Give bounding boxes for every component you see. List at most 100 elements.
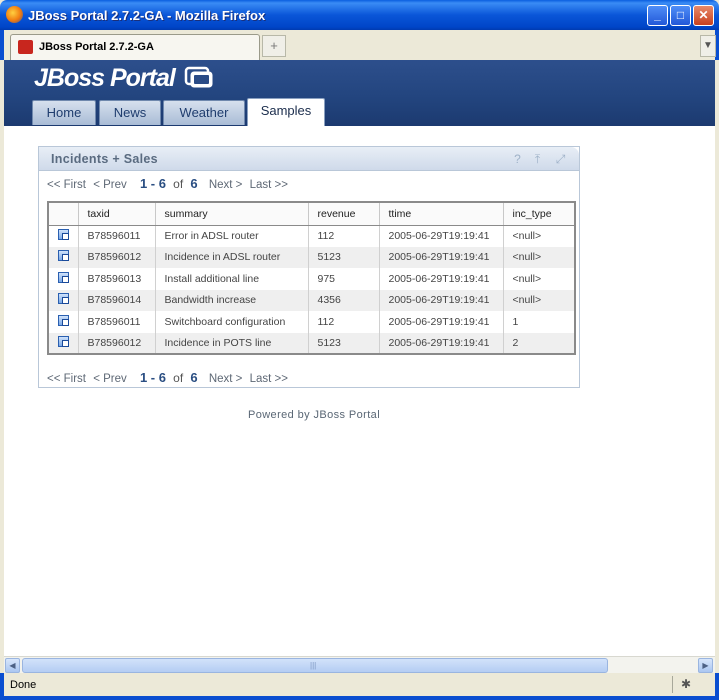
status-text: Done — [10, 679, 37, 691]
pager-first-link[interactable]: << First — [47, 373, 86, 385]
nav-tab-news[interactable]: News — [99, 100, 161, 125]
view-record-icon[interactable] — [58, 293, 69, 305]
cell-ttime: 2005-06-29T19:19:41 — [379, 246, 504, 268]
cell-summary: Error in ADSL router — [155, 225, 309, 247]
pager-range: 1 - 6 — [139, 370, 166, 385]
row-icon-cell — [48, 332, 79, 354]
pager-first-link[interactable]: << First — [47, 179, 86, 191]
browser-tab[interactable]: JBoss Portal 2.7.2-GA — [10, 34, 260, 60]
pager-of: of — [173, 371, 184, 385]
incidents-portlet: Incidents + Sales ? ⤒ ⤢ << First < Prev … — [38, 146, 580, 388]
table-row: B78596014 Bandwidth increase 4356 2005-06-2… — [48, 289, 576, 311]
cell-revenue: 5123 — [308, 332, 380, 354]
view-record-icon[interactable] — [58, 229, 69, 240]
cell-taxid: B78596011 — [78, 311, 156, 333]
row-icon-cell — [48, 311, 79, 333]
bug-icon[interactable]: ✱ — [681, 677, 697, 691]
column-header-revenue: revenue — [308, 202, 380, 226]
nav-tab-weather[interactable]: Weather — [163, 100, 245, 125]
cell-inc-type: <null> — [503, 246, 576, 268]
cell-inc-type: 2 — [503, 332, 576, 354]
pager-last-link[interactable]: Last >> — [250, 373, 288, 385]
pager-next-link[interactable]: Next > — [209, 373, 243, 385]
table-row: B78596011 Error in ADSL router 112 2005-06-… — [48, 225, 576, 247]
pager-top: << First < Prev 1 - 6 of 6 Next > Last >… — [47, 176, 292, 191]
nav-tab-samples[interactable]: Samples — [247, 98, 325, 126]
pager-bottom: << First < Prev 1 - 6 of 6 Next > Last >… — [47, 370, 292, 385]
nav-tab-home[interactable]: Home — [32, 100, 96, 125]
cell-taxid: B78596012 — [78, 332, 156, 354]
cell-inc-type: 1 — [503, 311, 576, 333]
pager-last-link[interactable]: Last >> — [250, 179, 288, 191]
table-row: B78596012 Incidence in POTS line 5123 2005-… — [48, 332, 576, 354]
table-row: B78596011 Switchboard configuration 112 200… — [48, 311, 576, 333]
cell-ttime: 2005-06-29T19:19:41 — [379, 225, 504, 247]
pager-total: 6 — [190, 176, 198, 191]
window-title: JBoss Portal 2.7.2-GA - Mozilla Firefox — [28, 8, 266, 23]
column-header-inc-type: inc_type — [503, 202, 576, 226]
scroll-left-button[interactable]: ◀ — [5, 658, 20, 673]
cell-inc-type: <null> — [503, 289, 576, 311]
pager-next-link[interactable]: Next > — [209, 179, 243, 191]
portal-logo: JBoss Portal — [34, 64, 176, 92]
restore-icon[interactable]: ⤢ — [554, 153, 567, 166]
pager-total: 6 — [190, 370, 198, 385]
cell-inc-type: <null> — [503, 225, 576, 247]
cell-revenue: 975 — [308, 268, 380, 290]
pager-prev-link[interactable]: < Prev — [93, 373, 127, 385]
cell-ttime: 2005-06-29T19:19:41 — [379, 332, 504, 354]
status-bar: Done ✱ — [0, 673, 719, 700]
cell-revenue: 112 — [308, 311, 380, 333]
cell-summary: Incidence in POTS line — [155, 332, 309, 354]
cell-summary: Switchboard configuration — [155, 311, 309, 333]
portal-logo-icon — [184, 66, 213, 88]
portal-header: JBoss Portal Home News Weather Samples — [4, 60, 715, 126]
firefox-icon — [6, 6, 23, 23]
tab-list-button[interactable]: ▼ — [700, 35, 716, 57]
help-icon[interactable]: ? — [511, 153, 524, 166]
view-record-icon[interactable] — [58, 250, 69, 262]
table-row: B78596013 Install additional line 975 2005-… — [48, 268, 576, 290]
row-icon-cell — [48, 246, 79, 268]
minimize-button[interactable]: _ — [647, 5, 668, 26]
horizontal-scrollbar[interactable]: ◀ ▶ — [4, 656, 715, 673]
powered-by-footer: Powered by JBoss Portal — [247, 409, 381, 421]
column-header-icon — [48, 202, 79, 226]
cell-summary: Incidence in ADSL router — [155, 246, 309, 268]
table-header-row: taxid summary revenue ttime inc_type — [48, 202, 576, 226]
table-row: B78596012 Incidence in ADSL router 5123 200… — [48, 246, 576, 268]
cell-taxid: B78596013 — [78, 268, 156, 290]
cell-ttime: 2005-06-29T19:19:41 — [379, 289, 504, 311]
scroll-thumb[interactable] — [22, 658, 608, 673]
scroll-right-button[interactable]: ▶ — [698, 658, 713, 673]
maximize-icon[interactable]: ⤒ — [531, 153, 544, 166]
window-titlebar: JBoss Portal 2.7.2-GA - Mozilla Firefox … — [0, 0, 719, 30]
page-viewport: JBoss Portal Home News Weather Samples I… — [4, 60, 715, 656]
row-icon-cell — [48, 268, 79, 290]
pager-prev-link[interactable]: < Prev — [93, 179, 127, 191]
browser-tabstrip: JBoss Portal 2.7.2-GA + ▼ — [0, 30, 719, 60]
cell-taxid: B78596011 — [78, 225, 156, 247]
column-header-ttime: ttime — [379, 202, 504, 226]
cell-summary: Install additional line — [155, 268, 309, 290]
cell-summary: Bandwidth increase — [155, 289, 309, 311]
pager-of: of — [173, 177, 184, 191]
cell-revenue: 5123 — [308, 246, 380, 268]
pager-range: 1 - 6 — [139, 176, 166, 191]
cell-revenue: 4356 — [308, 289, 380, 311]
portlet-title: Incidents + Sales — [51, 152, 158, 166]
view-record-icon[interactable] — [58, 271, 69, 283]
column-header-taxid: taxid — [78, 202, 156, 226]
view-record-icon[interactable] — [58, 314, 69, 326]
cell-taxid: B78596014 — [78, 289, 156, 311]
maximize-button[interactable]: □ — [670, 5, 691, 26]
new-tab-button[interactable]: + — [262, 35, 286, 57]
close-button[interactable]: ✕ — [693, 5, 714, 26]
cell-inc-type: <null> — [503, 268, 576, 290]
cell-ttime: 2005-06-29T19:19:41 — [379, 311, 504, 333]
row-icon-cell — [48, 289, 79, 311]
cell-taxid: B78596012 — [78, 246, 156, 268]
view-record-icon[interactable] — [58, 335, 69, 347]
status-divider — [672, 676, 673, 693]
incidents-table: taxid summary revenue ttime inc_type B78… — [47, 201, 576, 355]
